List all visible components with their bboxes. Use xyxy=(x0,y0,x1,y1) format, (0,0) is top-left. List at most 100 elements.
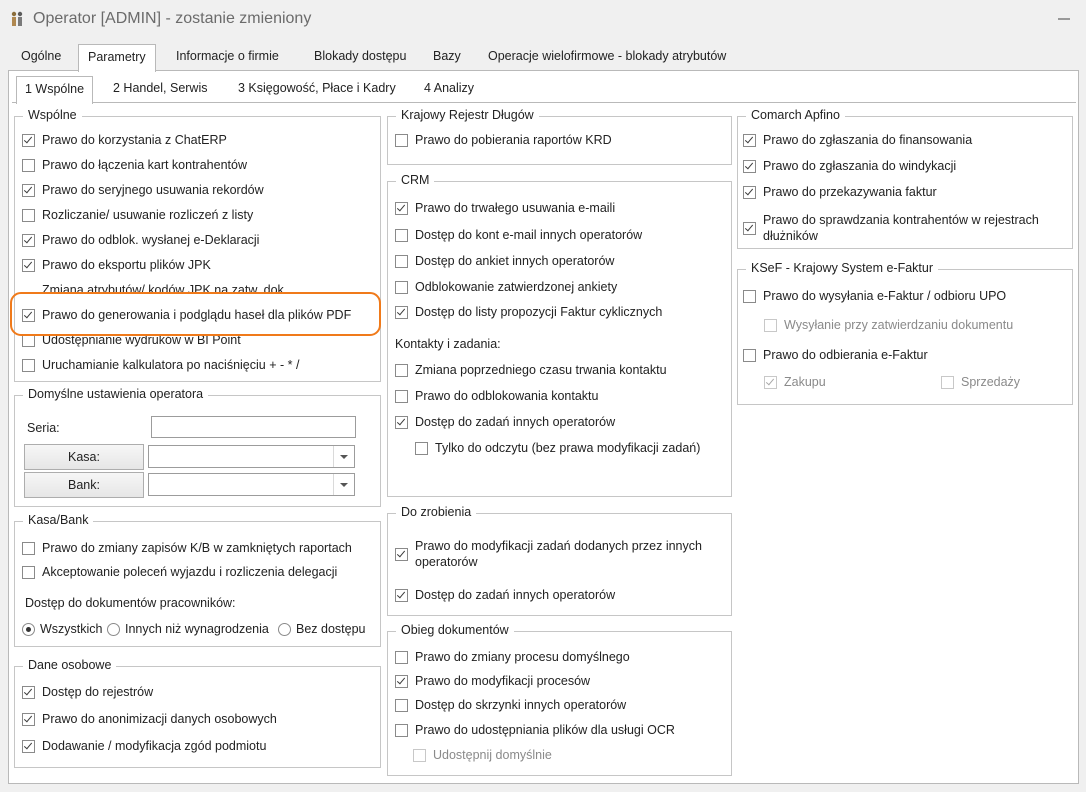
radio[interactable] xyxy=(278,622,291,636)
checkbox-row[interactable]: Akceptowanie poleceń wyjazdu i rozliczen… xyxy=(22,565,337,579)
checkbox[interactable] xyxy=(22,541,35,555)
checkbox-row[interactable]: Prawo do zmiany zapisów K/B w zamkniętyc… xyxy=(22,541,352,555)
checkbox-row[interactable]: Prawo do zgłaszania do windykacji xyxy=(743,159,956,173)
group-title: CRM xyxy=(396,173,435,187)
checkbox[interactable] xyxy=(22,158,35,172)
highlight-annotation xyxy=(10,292,381,336)
checkbox-row[interactable]: Prawo do trwałego usuwania e-maili xyxy=(395,201,615,215)
minimize-icon[interactable] xyxy=(1058,18,1070,20)
checkbox[interactable] xyxy=(395,254,408,268)
tab-bazy[interactable]: Bazy xyxy=(424,44,470,70)
seria-input[interactable] xyxy=(151,416,356,438)
checkbox-row[interactable]: Dostęp do zadań innych operatorów xyxy=(395,415,615,429)
tab-informacje-o-firmie[interactable]: Informacje o firmie xyxy=(167,44,288,70)
checkbox-checked[interactable] xyxy=(395,588,408,602)
checkbox-row[interactable]: Prawo do modyfikacji zadań dodanych prze… xyxy=(395,538,702,570)
checkbox-row[interactable]: Rozliczanie/ usuwanie rozliczeń z listy xyxy=(22,208,253,222)
checkbox-checked[interactable] xyxy=(395,305,408,319)
checkbox-row[interactable]: Dostęp do skrzynki innych operatorów xyxy=(395,698,626,712)
tab-blokady-dostepu[interactable]: Blokady dostępu xyxy=(305,44,415,70)
checkbox-row[interactable]: Odblokowanie zatwierdzonej ankiety xyxy=(395,280,617,294)
checkbox[interactable] xyxy=(395,698,408,712)
checkbox-row[interactable]: Prawo do eksportu plików JPK xyxy=(22,258,211,272)
radio[interactable] xyxy=(107,622,120,636)
radio-row[interactable]: Wszystkich xyxy=(22,622,103,636)
checkbox-row[interactable]: Zmiana poprzedniego czasu trwania kontak… xyxy=(395,363,667,377)
radio-checked[interactable] xyxy=(22,622,35,636)
checkbox-label: Dostęp do kont e-mail innych operatorów xyxy=(415,228,643,242)
checkbox-row[interactable]: Prawo do wysyłania e-Faktur / odbioru UP… xyxy=(743,289,1006,303)
checkbox-row[interactable]: Prawo do odblok. wysłanej e-Deklaracji xyxy=(22,233,259,247)
checkbox-checked[interactable] xyxy=(743,221,756,235)
checkbox-checked[interactable] xyxy=(22,183,35,197)
checkbox-label: Prawo do odblokowania kontaktu xyxy=(415,389,599,403)
checkbox-row[interactable]: Prawo do korzystania z ChatERP xyxy=(22,133,227,147)
tab-parametry[interactable]: Parametry xyxy=(78,44,156,72)
subtab-handel-serwis[interactable]: 2 Handel, Serwis xyxy=(105,76,216,102)
subtab-analizy[interactable]: 4 Analizy xyxy=(416,76,482,102)
checkbox[interactable] xyxy=(22,358,35,372)
checkbox-row[interactable]: Prawo do odblokowania kontaktu xyxy=(395,389,598,403)
checkbox[interactable] xyxy=(395,228,408,242)
checkbox-checked[interactable] xyxy=(395,547,408,561)
checkbox-checked[interactable] xyxy=(395,674,408,688)
checkbox-checked[interactable] xyxy=(22,233,35,247)
checkbox-row[interactable]: Dostęp do zadań innych operatorów xyxy=(395,588,615,602)
checkbox[interactable] xyxy=(22,565,35,579)
subtab-wspolne[interactable]: 1 Wspólne xyxy=(16,76,94,104)
checkbox-row[interactable]: Dostęp do listy propozycji Faktur cyklic… xyxy=(395,305,662,319)
checkbox[interactable] xyxy=(395,280,408,294)
checkbox-checked[interactable] xyxy=(743,159,756,173)
kasa-combo[interactable] xyxy=(148,445,355,468)
checkbox-checked[interactable] xyxy=(22,258,35,272)
checkbox[interactable] xyxy=(743,348,756,362)
checkbox-row[interactable]: Tylko do odczytu (bez prawa modyfikacji … xyxy=(415,441,700,455)
checkbox-row[interactable]: Prawo do modyfikacji procesów xyxy=(395,674,590,688)
checkbox-row: Zakupu xyxy=(764,375,826,389)
kasa-button[interactable]: Kasa: xyxy=(24,444,144,470)
subtab-ksiegowosc[interactable]: 3 Księgowość, Płace i Kadry xyxy=(230,76,404,102)
checkbox-label: Prawo do zmiany zapisów K/B w zamkniętyc… xyxy=(42,541,352,555)
chevron-down-icon[interactable] xyxy=(333,474,354,495)
checkbox-row[interactable]: Prawo do sprawdzania kontrahentów w reje… xyxy=(743,212,1039,244)
checkbox-row[interactable]: Dodawanie / modyfikacja zgód podmiotu xyxy=(22,739,266,753)
checkbox[interactable] xyxy=(22,208,35,222)
checkbox[interactable] xyxy=(395,723,408,737)
checkbox-checked[interactable] xyxy=(395,415,408,429)
checkbox-row[interactable]: Prawo do seryjnego usuwania rekordów xyxy=(22,183,264,197)
checkbox[interactable] xyxy=(743,289,756,303)
checkbox-checked[interactable] xyxy=(395,201,408,215)
tab-ogolne[interactable]: Ogólne xyxy=(12,44,70,70)
checkbox-row[interactable]: Dostęp do kont e-mail innych operatorów xyxy=(395,228,642,242)
checkbox-checked[interactable] xyxy=(22,712,35,726)
checkbox-label: Prawo do eksportu plików JPK xyxy=(42,258,211,272)
checkbox[interactable] xyxy=(395,363,408,377)
bank-button[interactable]: Bank: xyxy=(24,472,144,498)
checkbox-row[interactable]: Prawo do przekazywania faktur xyxy=(743,185,937,199)
checkbox-row[interactable]: Prawo do udostępniania plików dla usługi… xyxy=(395,723,675,737)
checkbox[interactable] xyxy=(395,133,408,147)
chevron-down-icon[interactable] xyxy=(333,446,354,467)
checkbox-checked[interactable] xyxy=(22,739,35,753)
checkbox-row[interactable]: Prawo do anonimizacji danych osobowych xyxy=(22,712,277,726)
checkbox[interactable] xyxy=(415,441,428,455)
tab-operacje-wielofirmowe[interactable]: Operacje wielofirmowe - blokady atrybutó… xyxy=(479,44,735,70)
checkbox[interactable] xyxy=(395,389,408,403)
checkbox-checked[interactable] xyxy=(743,133,756,147)
group-title: Dane osobowe xyxy=(23,658,117,672)
checkbox-row[interactable]: Dostęp do ankiet innych operatorów xyxy=(395,254,614,268)
bank-combo[interactable] xyxy=(148,473,355,496)
checkbox-row[interactable]: Uruchamianie kalkulatora po naciśnięciu … xyxy=(22,358,299,372)
checkbox-row[interactable]: Prawo do zmiany procesu domyślnego xyxy=(395,650,630,664)
checkbox-checked[interactable] xyxy=(22,133,35,147)
checkbox-row[interactable]: Prawo do pobierania raportów KRD xyxy=(395,133,612,147)
checkbox[interactable] xyxy=(395,650,408,664)
checkbox-row[interactable]: Prawo do odbierania e-Faktur xyxy=(743,348,928,362)
checkbox-row[interactable]: Prawo do łączenia kart kontrahentów xyxy=(22,158,247,172)
checkbox-row[interactable]: Prawo do zgłaszania do finansowania xyxy=(743,133,972,147)
radio-row[interactable]: Bez dostępu xyxy=(278,622,366,636)
checkbox-checked[interactable] xyxy=(22,685,35,699)
radio-row[interactable]: Innych niż wynagrodzenia xyxy=(107,622,269,636)
checkbox-row[interactable]: Dostęp do rejestrów xyxy=(22,685,153,699)
checkbox-checked[interactable] xyxy=(743,185,756,199)
